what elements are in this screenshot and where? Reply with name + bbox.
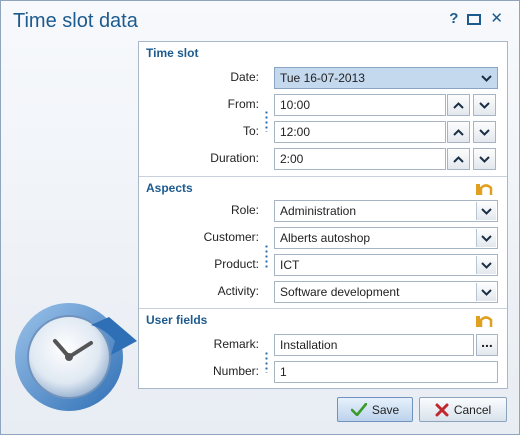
pencil-ruler-icon[interactable]	[475, 314, 493, 328]
date-value: Tue 16-07-2013	[280, 71, 365, 85]
chevron-down-icon[interactable]	[476, 69, 496, 87]
aspects-section: Aspects Role: Administration Customer: A…	[139, 176, 507, 308]
time-slot-heading: Time slot	[146, 46, 199, 60]
cancel-label: Cancel	[453, 402, 492, 417]
customer-combo[interactable]: Alberts autoshop	[274, 227, 498, 249]
number-label: Number:	[212, 364, 259, 378]
chevron-down-icon[interactable]	[476, 283, 496, 301]
from-row: From: 10:00	[139, 94, 507, 116]
dialog-title: Time slot data	[13, 10, 138, 32]
user-fields-heading: User fields	[146, 313, 208, 327]
to-up-button[interactable]	[447, 121, 470, 143]
window-controls: ? ✕	[449, 11, 503, 27]
aspects-heading: Aspects	[146, 181, 193, 195]
activity-row: Activity: Software development	[139, 281, 507, 303]
to-label: To:	[242, 124, 259, 138]
dialog-window: Time slot data ? ✕ Time slot Date: Tue 1…	[0, 0, 520, 435]
from-label: From:	[227, 97, 259, 111]
from-input[interactable]: 10:00	[274, 94, 446, 116]
from-value: 10:00	[280, 98, 311, 112]
role-value: Administration	[280, 204, 357, 218]
help-button[interactable]: ?	[449, 11, 458, 27]
duration-label: Duration:	[210, 151, 259, 165]
customer-row: Customer: Alberts autoshop	[139, 227, 507, 249]
role-label: Role:	[230, 203, 259, 217]
duration-down-button[interactable]	[473, 148, 496, 170]
to-row: To: 12:00	[139, 121, 507, 143]
to-input[interactable]: 12:00	[274, 121, 446, 143]
remark-input[interactable]: Installation	[274, 334, 474, 356]
customer-label: Customer:	[203, 230, 259, 244]
chevron-down-icon[interactable]	[476, 202, 496, 220]
form-panel: Time slot Date: Tue 16-07-2013 From: 10:…	[138, 41, 508, 389]
duration-input[interactable]: 2:00	[274, 148, 446, 170]
remark-label: Remark:	[213, 337, 259, 351]
to-down-button[interactable]	[473, 121, 496, 143]
duration-up-button[interactable]	[447, 148, 470, 170]
role-row: Role: Administration	[139, 200, 507, 222]
clock-refresh-icon	[15, 303, 137, 411]
product-value: ICT	[280, 258, 300, 272]
cross-icon	[435, 403, 449, 416]
save-label: Save	[371, 402, 400, 417]
from-up-button[interactable]	[447, 94, 470, 116]
to-value: 12:00	[280, 125, 311, 139]
number-row: Number: 1	[139, 361, 507, 383]
duration-row: Duration: 2:00	[139, 148, 507, 170]
date-row: Date: Tue 16-07-2013	[139, 67, 507, 89]
product-combo[interactable]: ICT	[274, 254, 498, 276]
checkmark-icon	[350, 403, 367, 416]
from-down-button[interactable]	[473, 94, 496, 116]
remark-browse-button[interactable]: ...	[476, 334, 498, 356]
duration-value: 2:00	[280, 152, 304, 166]
save-button[interactable]: Save	[337, 397, 413, 422]
product-label: Product:	[214, 257, 259, 271]
activity-label: Activity:	[217, 284, 259, 298]
close-button[interactable]: ✕	[490, 11, 503, 27]
activity-value: Software development	[280, 285, 400, 299]
number-value: 1	[280, 365, 287, 379]
product-row: Product: ICT	[139, 254, 507, 276]
role-combo[interactable]: Administration	[274, 200, 498, 222]
time-slot-section: Time slot Date: Tue 16-07-2013 From: 10:…	[139, 42, 507, 176]
number-input[interactable]: 1	[274, 361, 498, 383]
remark-row: Remark: Installation ...	[139, 334, 507, 356]
pencil-ruler-icon[interactable]	[475, 182, 493, 196]
date-label: Date:	[230, 70, 259, 84]
user-fields-section: User fields Remark: Installation ... Num…	[139, 308, 507, 388]
chevron-down-icon[interactable]	[476, 229, 496, 247]
activity-combo[interactable]: Software development	[274, 281, 498, 303]
remark-value: Installation	[280, 338, 338, 352]
customer-value: Alberts autoshop	[280, 231, 371, 245]
date-combo[interactable]: Tue 16-07-2013	[274, 67, 498, 89]
maximize-icon[interactable]	[467, 13, 482, 25]
cancel-button[interactable]: Cancel	[419, 397, 507, 422]
chevron-down-icon[interactable]	[476, 256, 496, 274]
